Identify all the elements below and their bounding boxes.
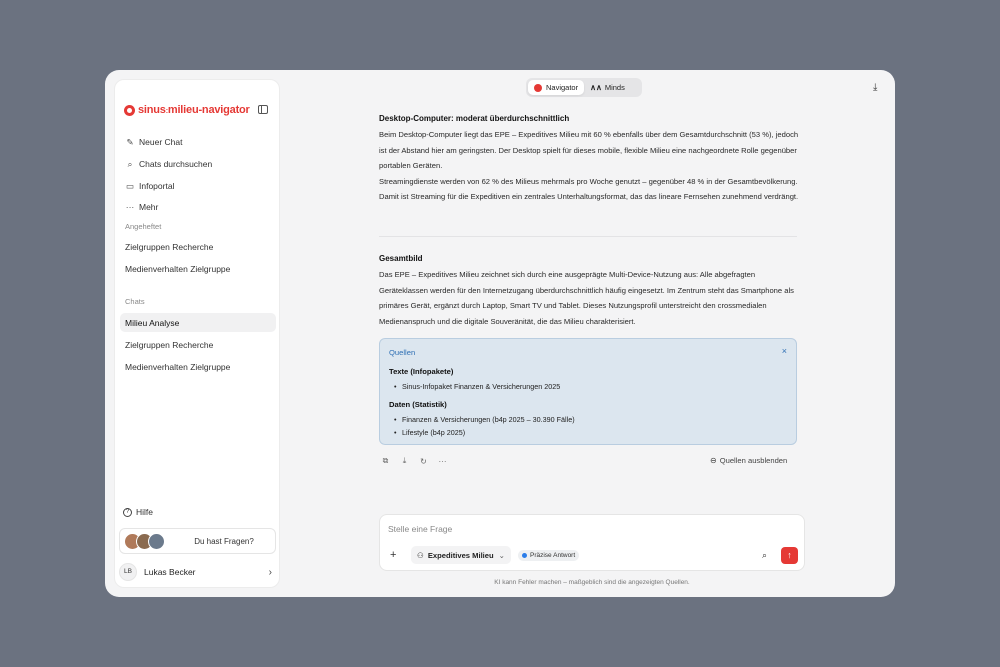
search-icon[interactable]: ⌕ xyxy=(762,550,767,561)
close-icon[interactable]: × xyxy=(782,346,787,356)
chat-item[interactable]: Zielgruppen Recherche xyxy=(120,335,276,354)
pinned-item[interactable]: Zielgruppen Recherche xyxy=(120,237,276,256)
nav-label: Chats durchsuchen xyxy=(139,159,213,169)
zoom-out-icon: ⊖ xyxy=(710,456,717,465)
mode-label: Navigator xyxy=(546,83,579,92)
regenerate-icon[interactable]: ↻ xyxy=(419,457,428,466)
sidebar: sinus:milieu-navigator ✎ Neuer Chat ⌕ Ch… xyxy=(114,79,280,588)
nav-label: Mehr xyxy=(139,202,159,212)
nav-label: Infoportal xyxy=(139,181,175,191)
brand-prefix: sinus xyxy=(138,104,166,116)
hide-sources-label: Quellen ausblenden xyxy=(719,456,788,465)
sidebar-collapse-icon[interactable] xyxy=(258,105,268,114)
sinus-logo-icon xyxy=(124,104,135,116)
nav-search-chats[interactable]: ⌕ Chats durchsuchen xyxy=(125,157,213,171)
divider xyxy=(379,236,797,237)
questions-label: Du hast Fragen? xyxy=(194,537,254,546)
status-dot-icon xyxy=(522,553,527,558)
download-icon[interactable]: ⤓ xyxy=(873,82,877,93)
mode-label: Minds xyxy=(604,83,625,92)
avatar xyxy=(148,533,165,550)
composer: + ⚇ Expeditives Milieu ⌄ Präzise Antwort… xyxy=(379,514,805,571)
pinned-section-label: Angeheftet xyxy=(125,222,162,231)
precise-answer-badge[interactable]: Präzise Antwort xyxy=(518,550,580,561)
mode-toggle: Navigator ∧∧ Minds xyxy=(526,78,642,97)
brand-suffix: milieu-navigator xyxy=(167,104,250,116)
paragraph: Streamingdienste werden von 62 % des Mil… xyxy=(379,176,799,202)
edit-icon: ✎ xyxy=(126,136,134,147)
copy-icon[interactable]: ⧉ xyxy=(381,456,390,466)
nav-more[interactable]: ··· Mehr xyxy=(125,200,159,214)
brand-logo[interactable]: sinus:milieu-navigator xyxy=(124,102,250,118)
sources-group-data: Daten (Statistik) • Finanzen & Versicheru… xyxy=(389,400,575,439)
send-button[interactable]: ↑ xyxy=(781,547,798,564)
minds-icon: ∧∧ xyxy=(590,83,602,92)
answer-section-overview: Gesamtbild Das EPE – Expeditives Milieu … xyxy=(379,254,799,329)
mode-navigator-button[interactable]: Navigator xyxy=(528,80,585,95)
sources-group-title: Daten (Statistik) xyxy=(389,400,447,409)
questions-card[interactable]: Du hast Fragen? xyxy=(119,528,276,554)
plus-icon[interactable]: + xyxy=(390,549,396,561)
chat-item[interactable]: Medienverhalten Zielgruppe xyxy=(120,357,276,376)
source-item[interactable]: • Sinus-Infopaket Finanzen & Versicherung… xyxy=(389,380,560,393)
help-icon: ? xyxy=(123,507,132,517)
navigator-icon xyxy=(534,83,542,92)
sources-group-texts: Texte (Infopakete) • Sinus-Infopaket Fina… xyxy=(389,367,560,393)
people-icon: ⚇ xyxy=(417,550,424,560)
sources-title: Quellen xyxy=(389,348,416,357)
mode-minds-button[interactable]: ∧∧ Minds xyxy=(584,80,631,95)
help-link[interactable]: ? Hilfe xyxy=(123,507,153,517)
user-name: Lukas Becker xyxy=(144,567,196,577)
nav-label: Neuer Chat xyxy=(139,137,183,147)
user-avatar: LB xyxy=(119,563,137,581)
chat-item-active[interactable]: Milieu Analyse xyxy=(120,313,276,332)
user-profile[interactable]: LB Lukas Becker › xyxy=(119,562,276,582)
search-icon: ⌕ xyxy=(127,158,133,169)
team-avatars xyxy=(124,533,165,550)
hide-sources-button[interactable]: ⊖ Quellen ausblenden xyxy=(710,456,787,465)
milieu-label: Expeditives Milieu xyxy=(427,550,494,560)
source-item[interactable]: • Finanzen & Versicherungen (b4p 2025 – 3… xyxy=(389,413,575,426)
nav-new-chat[interactable]: ✎ Neuer Chat xyxy=(125,135,182,149)
app-window: sinus:milieu-navigator ✎ Neuer Chat ⌕ Ch… xyxy=(105,70,895,597)
section-heading: Desktop-Computer: moderat überdurchschni… xyxy=(379,114,570,123)
paragraph: Beim Desktop-Computer liegt das EPE – Ex… xyxy=(379,130,799,170)
paragraph: Das EPE – Expeditives Milieu zeichnet si… xyxy=(379,270,794,326)
disclaimer: KI kann Fehler machen – maßgeblich sind … xyxy=(494,579,690,586)
help-label: Hilfe xyxy=(136,507,154,517)
portal-icon: ▭ xyxy=(125,180,135,191)
sources-group-title: Texte (Infopakete) xyxy=(389,367,454,376)
more-icon[interactable]: ··· xyxy=(438,457,447,466)
nav-infoportal[interactable]: ▭ Infoportal xyxy=(125,179,174,193)
section-heading: Gesamtbild xyxy=(379,254,423,263)
question-input[interactable] xyxy=(388,524,748,534)
milieu-select[interactable]: ⚇ Expeditives Milieu ⌄ xyxy=(411,546,512,564)
chevron-down-icon: ⌄ xyxy=(498,550,506,560)
message-actions: ⧉ ⤓ ↻ ··· xyxy=(381,456,457,466)
badge-label: Präzise Antwort xyxy=(530,552,576,559)
more-icon: ··· xyxy=(125,202,135,212)
download-icon[interactable]: ⤓ xyxy=(400,456,409,466)
chats-section-label: Chats xyxy=(125,297,145,306)
sources-panel: Quellen × Texte (Infopakete) • Sinus-Info… xyxy=(379,338,797,445)
source-item[interactable]: • Lifestyle (b4p 2025) xyxy=(389,426,575,439)
pinned-item[interactable]: Medienverhalten Zielgruppe xyxy=(120,259,276,278)
chevron-right-icon: › xyxy=(268,566,272,578)
answer-section-desktop: Desktop-Computer: moderat überdurchschni… xyxy=(379,114,799,205)
